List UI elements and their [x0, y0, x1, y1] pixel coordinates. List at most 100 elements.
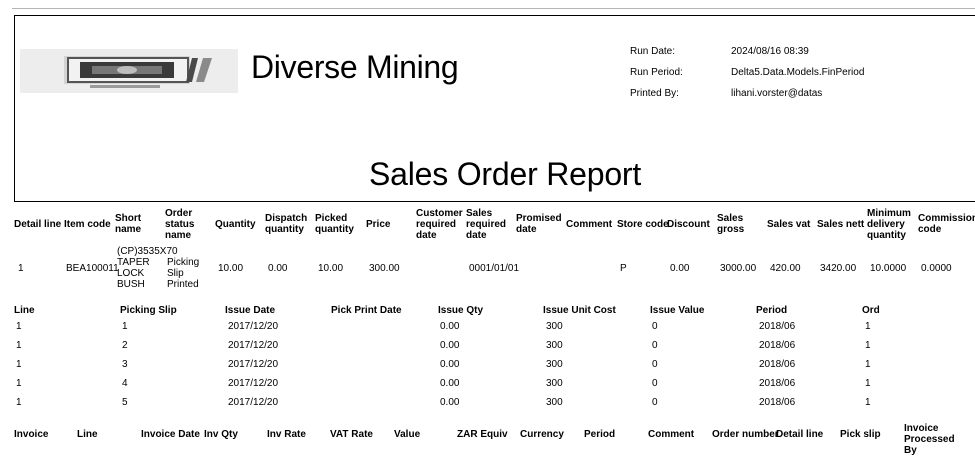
detail-header-detail-line: Detail line: [14, 219, 62, 230]
detail-cell-store-code: P: [620, 263, 627, 274]
pick-cell-issue-date: 2017/12/20: [228, 397, 279, 408]
pick-cell-period: 2018/06: [759, 340, 796, 351]
printed-by-label: Printed By:: [630, 88, 679, 99]
pick-header-ord: Ord: [862, 305, 880, 316]
pick-cell-line: 1: [16, 378, 22, 389]
pick-cell-issue-date: 2017/12/20: [228, 359, 279, 370]
report-title: Sales Order Report: [369, 156, 642, 192]
invoice-header-order-number: Order number: [712, 429, 779, 440]
detail-header-sales-gross: Sales gross: [717, 213, 745, 235]
detail-cell-order-status: Picking Slip Printed: [167, 257, 200, 290]
pick-header-issue-qty: Issue Qty: [438, 305, 484, 316]
detail-cell-item-code: BEA100011: [66, 263, 119, 274]
detail-cell-dispatch-quantity: 0.00: [268, 263, 288, 274]
no-image-logo: [20, 49, 238, 93]
invoice-header-line: Line: [77, 429, 98, 440]
detail-cell-minimum-delivery-quantity: 10.0000: [870, 263, 907, 274]
pick-cell-ord: 1: [865, 359, 871, 370]
invoice-header-comment: Comment: [648, 429, 695, 440]
invoice-header-value: Value: [394, 429, 421, 440]
pick-header-issue-date: Issue Date: [225, 305, 276, 316]
invoice-header-period: Period: [584, 429, 616, 440]
invoice-header-pick-slip: Pick slip: [840, 429, 881, 440]
detail-header-sales-nett: Sales nett: [817, 219, 865, 230]
pick-cell-picking-slip: 3: [122, 359, 128, 370]
detail-header-promised-date: Promised date: [516, 213, 562, 235]
detail-cell-price: 300.00: [369, 263, 400, 274]
pick-cell-issue-qty: 0.00: [440, 359, 460, 370]
pick-cell-issue-value: 0: [652, 359, 658, 370]
pick-cell-ord: 1: [865, 397, 871, 408]
detail-header-discount: Discount: [667, 219, 710, 230]
pick-cell-issue-unit-cost: 300: [546, 397, 563, 408]
pick-cell-issue-qty: 0.00: [440, 321, 460, 332]
detail-header-item-code: Item code: [64, 219, 111, 230]
pick-cell-issue-value: 0: [652, 378, 658, 389]
detail-cell-sales-required-date: 0001/01/01: [469, 263, 520, 274]
invoice-header-invoice-date: Invoice Date: [141, 429, 200, 440]
invoice-header-invoice-processed-by: Invoice Processed By: [904, 423, 955, 456]
detail-header-picked-quantity: Picked quantity: [315, 213, 354, 235]
detail-header-store-code: Store code: [617, 219, 669, 230]
detail-header-quantity: Quantity: [215, 219, 256, 230]
run-date-label: Run Date:: [630, 46, 676, 57]
detail-header-customer-required-date: Customer required date: [416, 208, 463, 241]
pick-cell-period: 2018/06: [759, 397, 796, 408]
invoice-header-detail-line: Detail line: [776, 429, 824, 440]
pick-header-period: Period: [756, 305, 788, 316]
pick-cell-period: 2018/06: [759, 321, 796, 332]
pick-cell-period: 2018/06: [759, 359, 796, 370]
pick-header-pick-print-date: Pick Print Date: [331, 305, 402, 316]
pick-cell-line: 1: [16, 321, 22, 332]
detail-cell-quantity: 10.00: [218, 263, 244, 274]
pick-cell-line: 1: [16, 397, 22, 408]
pick-cell-ord: 1: [865, 378, 871, 389]
pick-header-picking-slip: Picking Slip: [120, 305, 177, 316]
detail-cell-sales-vat: 420.00: [770, 263, 801, 274]
pick-cell-issue-unit-cost: 300: [546, 359, 563, 370]
pick-cell-issue-date: 2017/12/20: [228, 340, 279, 351]
pick-cell-issue-date: 2017/12/20: [228, 321, 279, 332]
invoice-header-inv-rate: Inv Rate: [267, 429, 306, 440]
invoice-header-inv-qty: Inv Qty: [204, 429, 238, 440]
pick-header-line: Line: [14, 305, 35, 316]
run-period-value: Delta5.Data.Models.FinPeriod: [731, 67, 865, 78]
detail-header-price: Price: [366, 219, 391, 230]
pick-cell-line: 1: [16, 359, 22, 370]
pick-cell-issue-unit-cost: 300: [546, 340, 563, 351]
pick-header-issue-unit-cost: Issue Unit Cost: [543, 305, 616, 316]
detail-cell-picked-quantity: 10.00: [318, 263, 344, 274]
pick-cell-line: 1: [16, 340, 22, 351]
pick-cell-ord: 1: [865, 321, 871, 332]
company-name: Diverse Mining: [251, 49, 459, 85]
pick-cell-issue-date: 2017/12/20: [228, 378, 279, 389]
detail-cell-short-name: (CP)3535X70 TAPER LOCK BUSH: [117, 246, 178, 290]
detail-cell-commission-code: 0.0000: [921, 263, 952, 274]
detail-header-dispatch-quantity: Dispatch quantity: [265, 213, 308, 235]
pick-cell-picking-slip: 4: [122, 378, 128, 389]
invoice-header-currency: Currency: [520, 429, 564, 440]
detail-header-short-name: Short name: [115, 213, 142, 235]
pick-cell-issue-qty: 0.00: [440, 378, 460, 389]
invoice-header-vat-rate: VAT Rate: [330, 429, 373, 440]
top-divider: [12, 8, 975, 9]
pick-cell-picking-slip: 2: [122, 340, 128, 351]
detail-cell-sales-nett: 3420.00: [820, 263, 857, 274]
detail-header-order-status-name: Order status name: [165, 208, 195, 241]
pick-cell-issue-value: 0: [652, 340, 658, 351]
detail-cell-line: 1: [18, 263, 24, 274]
invoice-header-zar-equiv: ZAR Equiv: [457, 429, 508, 440]
pick-cell-picking-slip: 5: [122, 397, 128, 408]
pick-cell-issue-qty: 0.00: [440, 397, 460, 408]
detail-cell-discount: 0.00: [670, 263, 690, 274]
pick-cell-ord: 1: [865, 340, 871, 351]
pick-cell-issue-qty: 0.00: [440, 340, 460, 351]
pick-cell-period: 2018/06: [759, 378, 796, 389]
pick-cell-issue-value: 0: [652, 397, 658, 408]
detail-header-comment: Comment: [566, 219, 613, 230]
run-period-label: Run Period:: [630, 67, 683, 78]
invoice-header-invoice: Invoice: [14, 429, 49, 440]
run-date-value: 2024/08/16 08:39: [731, 46, 809, 57]
detail-header-sales-vat: Sales vat: [767, 219, 811, 230]
pick-header-issue-value: Issue Value: [650, 305, 705, 316]
